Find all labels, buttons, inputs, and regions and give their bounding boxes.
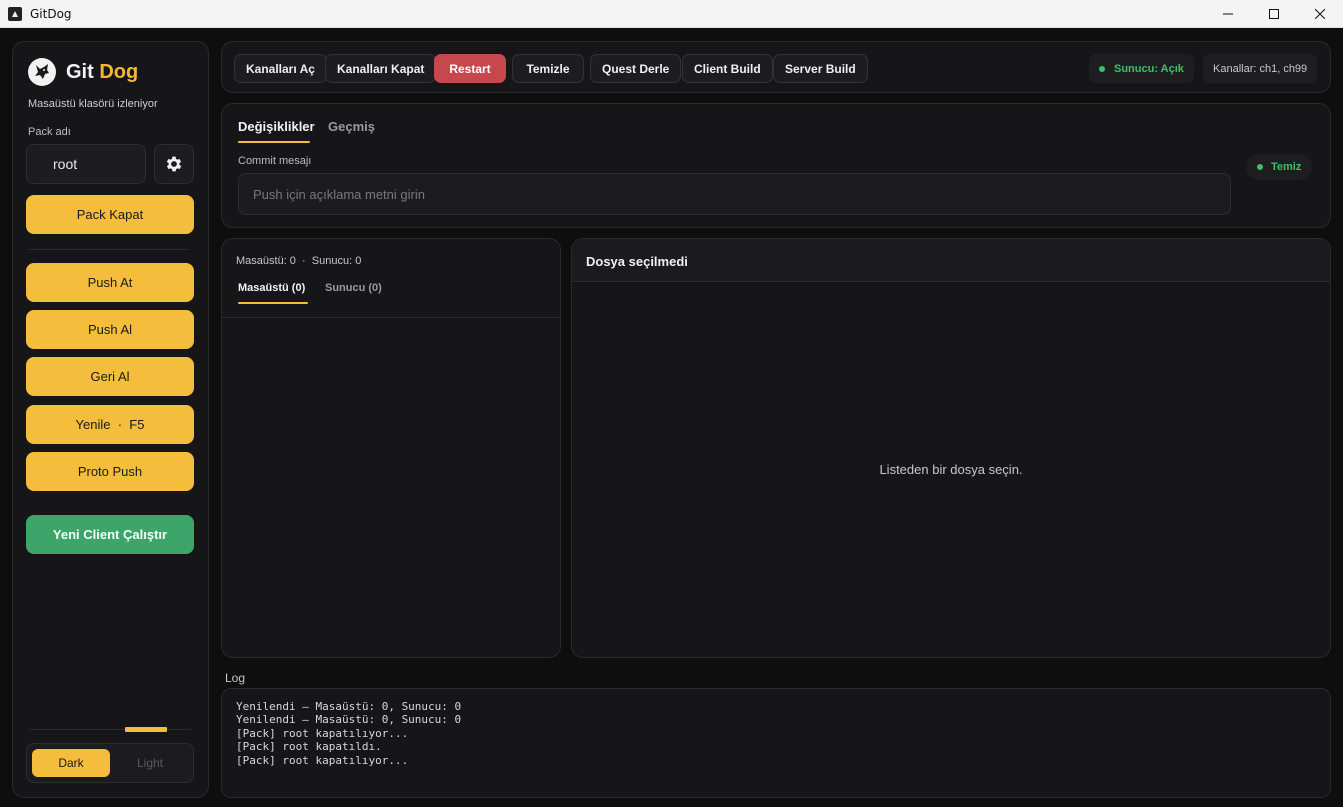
log-line: Yenilendi — Masaüstü: 0, Sunucu: 0 — [236, 713, 462, 727]
minimize-icon — [1223, 13, 1233, 15]
commit-message-input[interactable] — [238, 173, 1231, 215]
theme-toggle: Dark Light — [26, 743, 194, 783]
log-line: Yenilendi — Masaüstü: 0, Sunucu: 0 — [236, 700, 462, 713]
restart-button[interactable]: Restart — [434, 54, 506, 83]
tab-desktop-underline — [238, 302, 308, 304]
tab-history[interactable]: Geçmiş — [328, 119, 375, 134]
new-client-button[interactable]: Yeni Client Çalıştır — [26, 515, 194, 554]
commit-panel: Değişiklikler Geçmiş Commit mesajı Temiz — [221, 103, 1331, 228]
minimize-button[interactable] — [1205, 0, 1251, 28]
settings-button[interactable] — [154, 144, 194, 184]
tab-desktop-files[interactable]: Masaüstü (0) — [238, 282, 305, 294]
tab-server-files[interactable]: Sunucu (0) — [325, 282, 382, 294]
logo: Git Dog — [28, 58, 138, 86]
tab-changes[interactable]: Değişiklikler — [238, 119, 315, 134]
quest-compile-button[interactable]: Quest Derle — [590, 54, 682, 83]
commit-message-label: Commit mesajı — [238, 155, 312, 167]
proto-push-button[interactable]: Proto Push — [26, 452, 194, 491]
push-at-button[interactable]: Push At — [26, 263, 194, 302]
tab-changes-underline — [238, 141, 310, 143]
theme-dark-option[interactable]: Dark — [32, 749, 110, 777]
server-status-text: Sunucu: Açık — [1114, 62, 1184, 75]
window-title: GitDog — [30, 6, 72, 21]
geri-al-button[interactable]: Geri Al — [26, 357, 194, 396]
close-icon — [1315, 9, 1325, 19]
logo-git: Git — [66, 60, 94, 83]
close-button[interactable] — [1297, 0, 1343, 28]
pack-close-button[interactable]: Pack Kapat — [26, 195, 194, 234]
theme-slider-thumb[interactable] — [125, 727, 167, 732]
gitdog-logo-icon — [28, 58, 56, 86]
log-line: [Pack] root kapatıldı. — [236, 740, 382, 754]
sidebar: Git Dog Masaüstü klasörü izleniyor Pack … — [12, 41, 209, 798]
logo-dog: Dog — [99, 60, 139, 83]
channels-badge: Kanallar: ch1, ch99 — [1203, 54, 1318, 83]
clean-status-badge: Temiz — [1246, 154, 1313, 180]
diff-empty-message: Listeden bir dosya seçin. — [879, 462, 1023, 477]
window-titlebar: GitDog — [0, 0, 1343, 28]
diff-header: Dosya seçilmedi — [572, 239, 1330, 282]
logo-text: Git Dog — [66, 61, 138, 84]
server-build-button[interactable]: Server Build — [773, 54, 868, 83]
files-panel: Masaüstü: 0 · Sunucu: 0 Masaüstü (0) Sun… — [221, 238, 561, 658]
toolbar: Kanalları Aç Kanalları Kapat Restart Tem… — [221, 41, 1331, 93]
clean-button[interactable]: Temizle — [512, 54, 584, 83]
server-status-badge: Sunucu: Açık — [1089, 54, 1194, 83]
sidebar-divider — [29, 249, 189, 250]
maximize-button[interactable] — [1251, 0, 1297, 28]
client-build-button[interactable]: Client Build — [682, 54, 773, 83]
close-channels-button[interactable]: Kanalları Kapat — [325, 54, 437, 83]
push-al-button[interactable]: Push Al — [26, 310, 194, 349]
log-panel[interactable]: Yenilendi — Masaüstü: 0, Sunucu: 0 Yenil… — [221, 688, 1331, 798]
log-line: [Pack] root kapatılıyor... — [236, 753, 409, 767]
open-channels-button[interactable]: Kanalları Aç — [234, 54, 327, 83]
status-dot-icon — [1099, 65, 1105, 72]
maximize-icon — [1269, 9, 1279, 19]
pack-name-input[interactable] — [26, 144, 146, 184]
window-controls — [1205, 0, 1343, 28]
log-line: [Pack] root kapatılıyor... — [236, 726, 409, 740]
refresh-button[interactable]: Yenile · F5 — [26, 405, 194, 444]
diff-panel: Dosya seçilmedi Listeden bir dosya seçin… — [571, 238, 1331, 658]
clean-status-text: Temiz — [1271, 161, 1302, 173]
theme-light-option[interactable]: Light — [111, 749, 189, 777]
files-divider — [222, 317, 560, 318]
log-label: Log — [225, 671, 246, 685]
gear-icon — [166, 156, 182, 172]
status-dot-icon — [1257, 164, 1263, 170]
watch-status-text: Masaüstü klasörü izleniyor — [28, 98, 158, 110]
file-counts: Masaüstü: 0 · Sunucu: 0 — [236, 255, 362, 267]
diff-title: Dosya seçilmedi — [586, 254, 688, 269]
pack-name-label: Pack adı — [28, 126, 71, 138]
channels-text: Kanallar: ch1, ch99 — [1213, 62, 1308, 75]
app-icon — [8, 6, 22, 21]
